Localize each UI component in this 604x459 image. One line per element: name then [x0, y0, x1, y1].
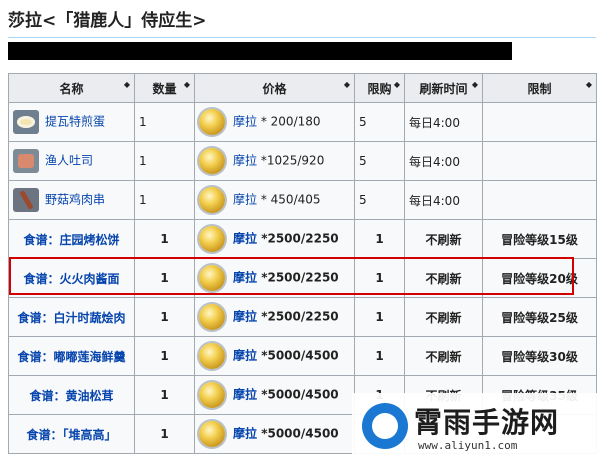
- mora-coin-icon: [199, 109, 225, 135]
- watermark: 霄雨手游网 www.aliyun1.com: [352, 393, 604, 459]
- item-link[interactable]: 提瓦特煎蛋: [45, 115, 105, 129]
- item-refresh: 不刷新: [404, 336, 483, 376]
- item-restriction: 冒险等级30级: [482, 336, 597, 376]
- item-price: *1025/920: [260, 153, 325, 168]
- redacted-bar: [8, 42, 512, 60]
- item-refresh: 不刷新: [404, 219, 483, 259]
- currency-link[interactable]: 摩拉: [233, 115, 257, 129]
- item-link[interactable]: 食谱：嘟嘟莲海鲜羹: [17, 350, 125, 364]
- item-refresh: 每日4:00: [404, 141, 483, 181]
- currency-link[interactable]: 摩拉: [233, 193, 257, 207]
- item-restriction: 冒险等级15级: [482, 219, 597, 259]
- table-row: 提瓦特煎蛋 1 摩拉 * 200/180 5 每日4:00: [8, 102, 597, 142]
- mora-coin-icon: [199, 343, 225, 369]
- item-price: * 200/180: [260, 114, 321, 129]
- sort-icon[interactable]: ◆: [394, 81, 400, 89]
- sort-icon[interactable]: ◆: [344, 81, 350, 89]
- item-price: *2500/2250: [261, 270, 339, 285]
- column-header-price[interactable]: 价格 ◆: [194, 73, 355, 103]
- item-qty: 1: [134, 375, 195, 415]
- item-limit: 1: [354, 258, 405, 298]
- currency-link[interactable]: 摩拉: [233, 310, 257, 324]
- item-restriction: [482, 141, 597, 181]
- item-link[interactable]: 食谱：「堆高高」: [26, 428, 116, 442]
- item-limit: 1: [354, 219, 405, 259]
- sort-icon[interactable]: ◆: [586, 81, 592, 89]
- item-restriction: 冒险等级20级: [482, 258, 597, 298]
- item-link[interactable]: 食谱：庄园烤松饼: [23, 233, 119, 247]
- watermark-logo-icon: [362, 403, 408, 449]
- page-title: 莎拉<「猎鹿人」侍应生>: [8, 11, 207, 31]
- mora-coin-icon: [199, 226, 225, 252]
- table-row: 食谱：火火肉酱面 1 摩拉 *2500/2250 1 不刷新 冒险等级20级: [8, 258, 597, 298]
- table-row: 食谱：白汁时蔬烩肉 1 摩拉 *2500/2250 1 不刷新 冒险等级25级: [8, 297, 597, 337]
- item-limit: 1: [354, 297, 405, 337]
- item-limit: 5: [354, 102, 405, 142]
- item-limit: 5: [354, 141, 405, 181]
- mora-coin-icon: [199, 421, 225, 447]
- mora-coin-icon: [199, 187, 225, 213]
- currency-link[interactable]: 摩拉: [233, 349, 257, 363]
- item-qty: 1: [134, 336, 195, 376]
- column-header-limit[interactable]: 限购 ◆: [354, 73, 405, 103]
- table-row: 食谱：嘟嘟莲海鲜羹 1 摩拉 *5000/4500 1 不刷新 冒险等级30级: [8, 336, 597, 376]
- item-link[interactable]: 食谱：黄油松茸: [29, 389, 113, 403]
- sort-icon[interactable]: ◆: [124, 81, 130, 89]
- watermark-url: www.aliyun1.com: [418, 439, 518, 452]
- mora-coin-icon: [199, 382, 225, 408]
- currency-link[interactable]: 摩拉: [233, 271, 257, 285]
- item-qty: 1: [134, 180, 195, 220]
- item-refresh: 不刷新: [404, 258, 483, 298]
- item-price: *5000/4500: [261, 348, 339, 363]
- item-price: *2500/2250: [261, 309, 339, 324]
- skewer-icon: [13, 188, 39, 212]
- currency-link[interactable]: 摩拉: [233, 232, 257, 246]
- item-refresh: 每日4:00: [404, 180, 483, 220]
- item-price: *5000/4500: [261, 426, 339, 441]
- item-link[interactable]: 食谱：火火肉酱面: [23, 272, 119, 286]
- item-qty: 1: [134, 414, 195, 454]
- mora-coin-icon: [199, 304, 225, 330]
- column-header-name[interactable]: 名称 ◆: [8, 73, 135, 103]
- item-link[interactable]: 渔人吐司: [45, 154, 93, 168]
- toast-icon: [13, 149, 39, 173]
- item-restriction: [482, 180, 597, 220]
- item-qty: 1: [134, 219, 195, 259]
- column-header-qty[interactable]: 数量 ◆: [134, 73, 195, 103]
- item-price: *5000/4500: [261, 387, 339, 402]
- column-header-refresh[interactable]: 刷新时间 ◆: [404, 73, 483, 103]
- table-row: 渔人吐司 1 摩拉 *1025/920 5 每日4:00: [8, 141, 597, 181]
- title-divider: [8, 37, 596, 38]
- item-restriction: 冒险等级25级: [482, 297, 597, 337]
- currency-link[interactable]: 摩拉: [233, 427, 257, 441]
- item-qty: 1: [134, 258, 195, 298]
- item-refresh: 每日4:00: [404, 102, 483, 142]
- table-row: 食谱：庄园烤松饼 1 摩拉 *2500/2250 1 不刷新 冒险等级15级: [8, 219, 597, 259]
- item-qty: 1: [134, 102, 195, 142]
- omelette-icon: [13, 110, 39, 134]
- item-qty: 1: [134, 141, 195, 181]
- currency-link[interactable]: 摩拉: [233, 154, 257, 168]
- column-header-restriction[interactable]: 限制 ◆: [482, 73, 597, 103]
- item-limit: 5: [354, 180, 405, 220]
- item-price: * 450/405: [260, 192, 321, 207]
- item-refresh: 不刷新: [404, 297, 483, 337]
- currency-link[interactable]: 摩拉: [233, 388, 257, 402]
- item-price: *2500/2250: [261, 231, 339, 246]
- table-header-row: 名称 ◆ 数量 ◆ 价格 ◆ 限购 ◆ 刷新时间 ◆ 限制 ◆: [8, 73, 597, 103]
- mora-coin-icon: [199, 265, 225, 291]
- table-row: 野菇鸡肉串 1 摩拉 * 450/405 5 每日4:00: [8, 180, 597, 220]
- sort-icon[interactable]: ◆: [472, 81, 478, 89]
- item-link[interactable]: 食谱：白汁时蔬烩肉: [17, 311, 125, 325]
- mora-coin-icon: [199, 148, 225, 174]
- item-link[interactable]: 野菇鸡肉串: [45, 193, 105, 207]
- item-restriction: [482, 102, 597, 142]
- item-limit: 1: [354, 336, 405, 376]
- watermark-text: 霄雨手游网: [414, 406, 560, 439]
- item-qty: 1: [134, 297, 195, 337]
- sort-icon[interactable]: ◆: [184, 81, 190, 89]
